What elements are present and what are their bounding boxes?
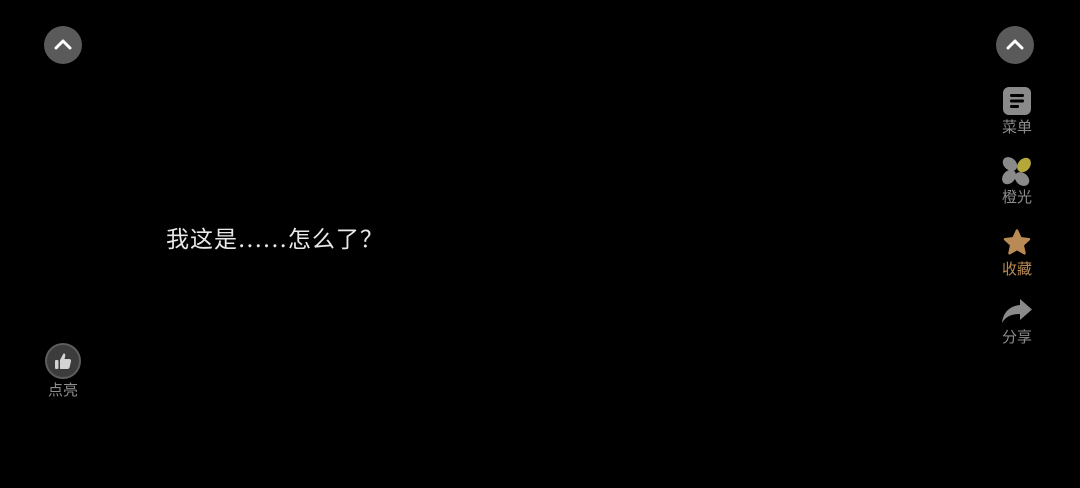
dialogue-text: 我这是......怎么了？ bbox=[166, 227, 384, 253]
orange-light-button[interactable]: 橙光 bbox=[992, 154, 1042, 226]
share-arrow-icon bbox=[1000, 294, 1034, 328]
menu-label: 菜单 bbox=[1001, 118, 1032, 136]
orange-light-label: 橙光 bbox=[1001, 188, 1032, 206]
favorite-label: 收藏 bbox=[1001, 260, 1032, 278]
game-screen[interactable]: 菜单 橙光 收藏 分享 我这是......怎么了？ 点亮 bbox=[0, 0, 1080, 488]
chevron-up-icon bbox=[54, 39, 72, 50]
share-label: 分享 bbox=[1001, 328, 1032, 346]
menu-button[interactable]: 菜单 bbox=[992, 84, 1042, 154]
side-toolbar: 菜单 橙光 收藏 分享 bbox=[992, 84, 1042, 358]
share-button[interactable]: 分享 bbox=[992, 294, 1042, 358]
like-label: 点亮 bbox=[47, 381, 78, 399]
collapse-left-button[interactable] bbox=[44, 26, 82, 64]
collapse-right-button[interactable] bbox=[996, 26, 1034, 64]
list-icon bbox=[1000, 84, 1034, 118]
like-circle bbox=[45, 343, 81, 379]
chevron-up-icon bbox=[1006, 39, 1024, 50]
thumbs-up-icon bbox=[55, 353, 72, 369]
like-button[interactable]: 点亮 bbox=[40, 343, 86, 399]
orange-light-logo-icon bbox=[1000, 154, 1034, 188]
star-icon bbox=[1000, 226, 1034, 260]
favorite-button[interactable]: 收藏 bbox=[992, 226, 1042, 294]
